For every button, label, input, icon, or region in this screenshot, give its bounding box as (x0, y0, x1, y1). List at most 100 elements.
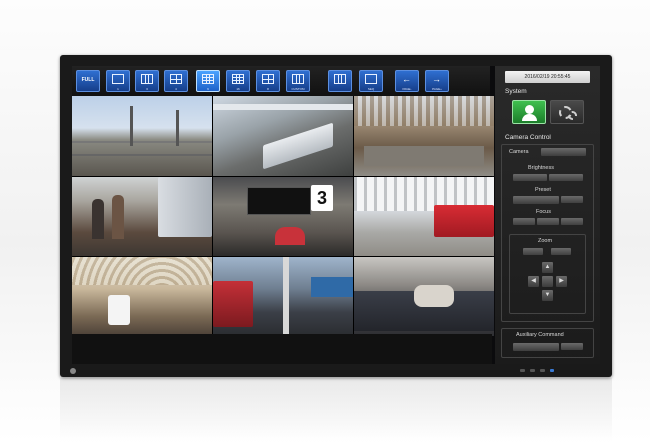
zoom-out-button[interactable] (523, 248, 543, 255)
monitor: FULL 1 3 4 9 16 8 CUSTOM SEQ ← PAGE- → PAG… (60, 55, 612, 377)
datetime-display: 2016/02/19 20:55:45 (505, 71, 590, 83)
departure-board (247, 187, 311, 215)
camera-view-button[interactable] (328, 70, 352, 92)
sequence-button[interactable]: SEQ (359, 70, 383, 92)
page-prev-button[interactable]: ← PAGE- (395, 70, 419, 92)
pan-center-button[interactable] (542, 276, 553, 287)
layout-9-label: 9 (207, 87, 209, 91)
focus-near-button[interactable] (513, 218, 535, 225)
layout-8-button[interactable]: 8 (256, 70, 280, 92)
auxiliary-select[interactable] (513, 343, 559, 351)
arrow-left-icon: ← (402, 74, 411, 84)
layout-3-button[interactable]: 3 (135, 70, 159, 92)
monitor-reflection (60, 378, 612, 442)
camera-select[interactable] (541, 148, 586, 156)
sequence-label: SEQ (367, 87, 375, 91)
camera-grid: 3 (72, 96, 494, 336)
camera-tile-8[interactable] (213, 257, 353, 336)
camera-tile-3[interactable] (354, 96, 494, 176)
page-next-label: PAGE+ (432, 87, 442, 91)
preset-select[interactable] (513, 196, 559, 204)
page-next-button[interactable]: → PAGE+ (425, 70, 449, 92)
layout-8-icon (262, 74, 274, 84)
focus-auto-button[interactable] (537, 218, 559, 225)
brightness-minus-button[interactable] (513, 174, 547, 181)
power-led (550, 369, 554, 372)
preset-label: Preset (535, 187, 551, 193)
camera-tile-2[interactable] (213, 96, 353, 176)
auxiliary-go-button[interactable] (561, 343, 583, 350)
layout-4-button[interactable]: 4 (164, 70, 188, 92)
platform-roof (213, 104, 353, 110)
focus-far-button[interactable] (561, 218, 583, 225)
layout-16-label: 16 (236, 87, 240, 91)
camera-tile-6[interactable] (354, 177, 494, 256)
train (275, 227, 305, 245)
pan-down-button[interactable]: ▼ (542, 290, 553, 301)
rail-line (72, 154, 212, 156)
user-button[interactable] (512, 100, 546, 124)
brand-logo-icon (70, 368, 76, 374)
passenger (92, 199, 104, 239)
camera-tile-1[interactable] (72, 96, 212, 176)
camera-tile-5[interactable]: 3 (213, 177, 353, 256)
catenary-pole (176, 110, 179, 146)
layout-9-button[interactable]: 9 (196, 70, 220, 92)
layout-4-label: 4 (175, 87, 177, 91)
user-icon-body (522, 114, 537, 121)
train (434, 205, 494, 237)
layout-3-icon (141, 74, 153, 84)
train (213, 281, 253, 327)
auxiliary-label: Auxiliary Command (516, 332, 564, 338)
front-button[interactable] (530, 369, 535, 372)
sequence-icon (365, 74, 377, 84)
zoom-in-button[interactable] (551, 248, 571, 255)
train (158, 177, 212, 237)
roof-structure (354, 96, 494, 126)
layout-9-icon (202, 74, 214, 84)
platform (364, 146, 484, 166)
monitor-screen: FULL 1 3 4 9 16 8 CUSTOM SEQ ← PAGE- → PAG… (72, 66, 600, 364)
layout-8-label: 8 (267, 87, 269, 91)
pan-right-button[interactable]: ▶ (556, 276, 567, 287)
camera-tile-4[interactable] (72, 177, 212, 256)
station-arch (72, 257, 212, 285)
camera-view-icon (334, 74, 346, 84)
seated-person (108, 295, 130, 325)
system-title: System (505, 88, 527, 95)
brightness-plus-button[interactable] (549, 174, 583, 181)
layout-3-label: 3 (146, 87, 148, 91)
passenger (112, 195, 124, 239)
gear-small-icon (568, 111, 577, 120)
preset-go-button[interactable] (561, 196, 583, 203)
layout-custom-button[interactable]: CUSTOM (286, 70, 310, 92)
layout-toolbar: FULL 1 3 4 9 16 8 CUSTOM SEQ ← PAGE- → PAG… (72, 66, 490, 96)
layout-16-button[interactable]: 16 (226, 70, 250, 92)
rail-line (72, 141, 212, 143)
settings-button[interactable] (550, 100, 584, 124)
pan-up-button[interactable]: ▲ (542, 262, 553, 273)
front-button[interactable] (540, 369, 545, 372)
station-sign (311, 277, 353, 297)
camera-tile-9[interactable] (354, 257, 494, 336)
zoom-box (509, 234, 586, 314)
layout-custom-icon (292, 74, 304, 84)
user-icon (525, 105, 534, 114)
full-button[interactable]: FULL (76, 70, 100, 92)
sleeping-passenger (414, 285, 454, 307)
brightness-label: Brightness (528, 165, 554, 171)
train (263, 122, 333, 170)
layout-custom-label: CUSTOM (291, 87, 305, 91)
camera-label: Camera (509, 149, 529, 155)
layout-1-label: 1 (117, 87, 119, 91)
layout-16-icon (232, 74, 244, 84)
camera-tile-7[interactable] (72, 257, 212, 336)
layout-1-button[interactable]: 1 (106, 70, 130, 92)
pan-left-button[interactable]: ◀ (528, 276, 539, 287)
page-prev-label: PAGE- (402, 87, 412, 91)
front-button[interactable] (520, 369, 525, 372)
layout-4-icon (170, 74, 182, 84)
control-panel: 2016/02/19 20:55:45 System Camera Contro… (495, 66, 600, 364)
status-strip (72, 334, 492, 364)
zoom-label: Zoom (538, 238, 553, 244)
